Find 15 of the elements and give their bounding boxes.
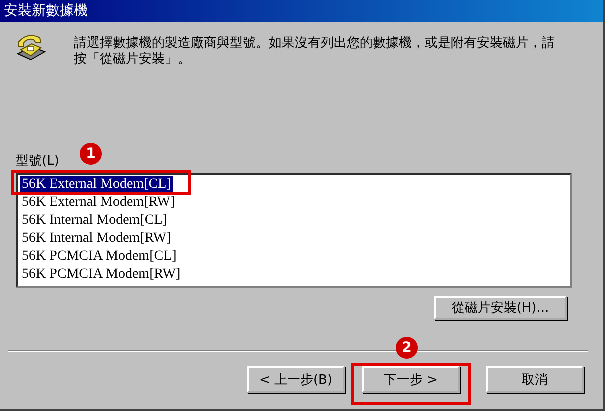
model-list[interactable]: 56K External Modem[CL] 56K External Modem[RW] 56K Internal Modem[CL] 56K Internal Modem[RW] 56K PCMCIA Modem[CL] 56K PCMCIA Modem[RW] bbox=[16, 173, 572, 288]
step-badge: 2 bbox=[396, 337, 418, 359]
list-item[interactable]: 56K PCMCIA Modem[CL] bbox=[20, 248, 179, 266]
list-item[interactable]: 56K External Modem[RW] bbox=[20, 194, 178, 212]
have-disk-button[interactable]: 從磁片安裝(H)... bbox=[434, 296, 567, 320]
step-badge: 1 bbox=[80, 143, 102, 165]
window-title: 安裝新數據機 bbox=[4, 2, 88, 20]
list-item[interactable]: 56K Internal Modem[CL] bbox=[20, 212, 170, 230]
instruction-text: 請選擇數據機的製造廠商與型號。如果沒有列出您的數據機，或是附有安裝磁片，請按「從磁片安裝」。 bbox=[74, 36, 556, 69]
list-item[interactable]: 56K PCMCIA Modem[RW] bbox=[20, 266, 183, 284]
next-button[interactable]: 下一步 > bbox=[362, 366, 460, 393]
model-label: 型號(L) bbox=[16, 154, 60, 169]
cancel-button[interactable]: 取消 bbox=[486, 366, 584, 393]
back-button[interactable]: < 上一步(B) bbox=[247, 366, 345, 393]
list-item[interactable]: 56K Internal Modem[RW] bbox=[20, 230, 174, 248]
